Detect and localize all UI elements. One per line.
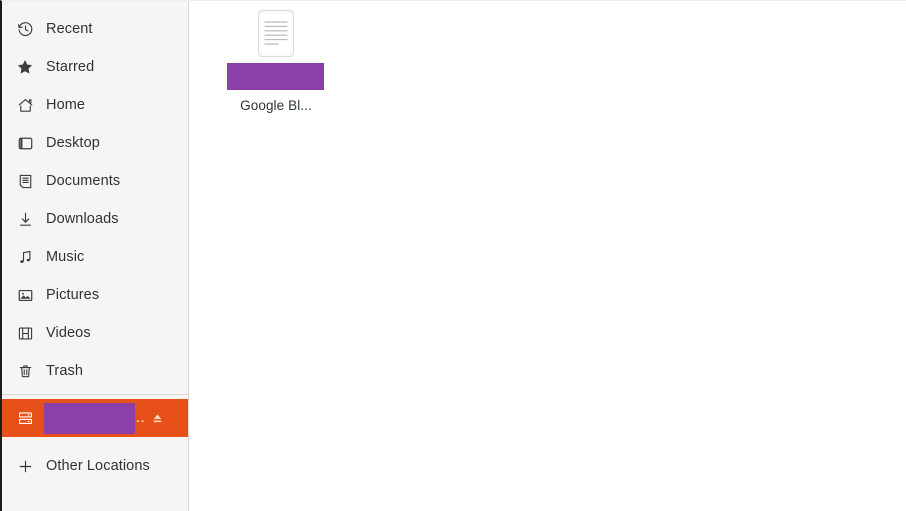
sidebar-item-documents[interactable]: Documents	[2, 162, 188, 200]
star-icon	[16, 58, 34, 76]
documents-icon	[16, 172, 34, 190]
sidebar-item-label: Trash	[46, 362, 84, 379]
sidebar-places-list: Recent Starred Home Desktop Documents Do…	[2, 10, 188, 390]
harddisk-icon	[16, 409, 34, 427]
eject-icon[interactable]	[146, 407, 168, 429]
sidebar-item-desktop[interactable]: Desktop	[2, 124, 188, 162]
sidebar-item-label: Downloads	[46, 210, 119, 227]
home-icon	[16, 96, 34, 114]
sidebar-item-label: Pictures	[46, 286, 100, 303]
sidebar-item-label: Home	[46, 96, 86, 113]
sidebar-item-label: Music	[46, 248, 85, 265]
file-item[interactable]: Google Bl...	[227, 7, 325, 114]
sidebar-item-label: Documents	[46, 172, 121, 189]
sidebar-item-trash[interactable]: Trash	[2, 352, 188, 390]
file-item-label: Google Bl...	[240, 98, 312, 113]
drive-name-ellipsis: ..	[136, 409, 146, 426]
trash-icon	[16, 362, 34, 380]
file-thumbnail	[252, 9, 300, 63]
sidebar-item-downloads[interactable]: Downloads	[2, 200, 188, 238]
image-icon	[16, 286, 34, 304]
drive-name: ..	[44, 399, 146, 437]
sidebar-item-label: Recent	[46, 20, 93, 37]
desktop-icon	[16, 134, 34, 152]
plus-icon	[16, 457, 34, 475]
download-icon	[16, 210, 34, 228]
sidebar-item-home[interactable]: Home	[2, 86, 188, 124]
text-document-icon	[257, 9, 295, 58]
redaction-box-drive-name	[44, 402, 135, 434]
icon-grid: Google Bl...	[227, 7, 906, 114]
sidebar-item-mounted-drive[interactable]: ..	[2, 399, 188, 437]
sidebar: Recent Starred Home Desktop Documents Do…	[2, 1, 189, 511]
sidebar-item-label: Other Locations	[46, 457, 150, 474]
sidebar-item-recent[interactable]: Recent	[2, 10, 188, 48]
sidebar-item-starred[interactable]: Starred	[2, 48, 188, 86]
sidebar-item-label: Videos	[46, 324, 91, 341]
sidebar-item-music[interactable]: Music	[2, 238, 188, 276]
redaction-box-file-name	[227, 63, 324, 90]
sidebar-item-label: Starred	[46, 58, 95, 75]
sidebar-item-label: Desktop	[46, 134, 100, 151]
music-note-icon	[16, 248, 34, 266]
sidebar-item-pictures[interactable]: Pictures	[2, 276, 188, 314]
file-view[interactable]: Google Bl...	[189, 1, 906, 511]
sidebar-item-videos[interactable]: Videos	[2, 314, 188, 352]
clock-history-icon	[16, 20, 34, 38]
sidebar-item-other-locations[interactable]: Other Locations	[2, 447, 188, 485]
files-window: Recent Starred Home Desktop Documents Do…	[0, 0, 906, 511]
sidebar-divider	[2, 394, 188, 395]
film-icon	[16, 324, 34, 342]
